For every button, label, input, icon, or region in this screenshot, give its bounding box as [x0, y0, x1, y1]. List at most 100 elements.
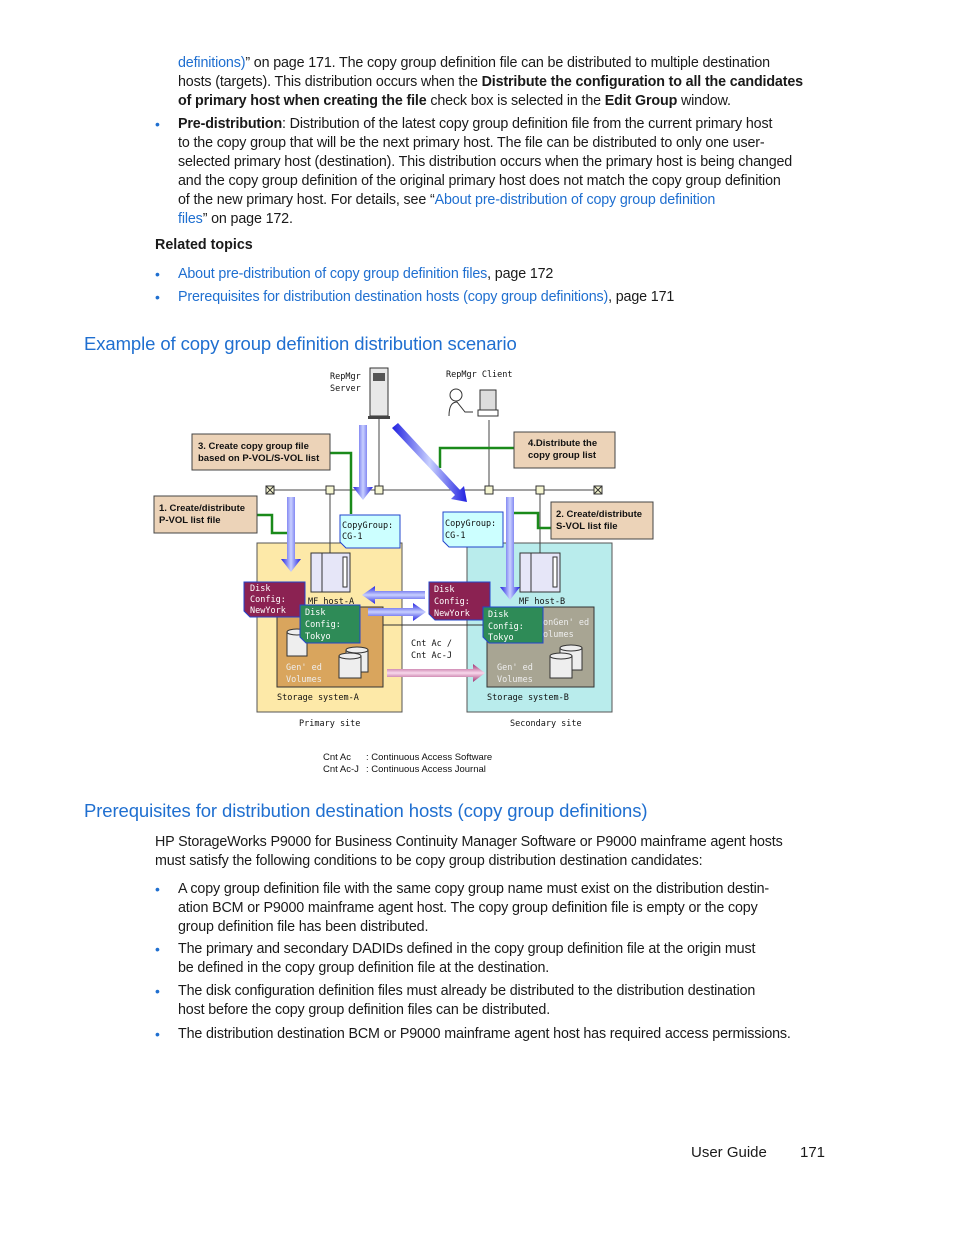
label: Secondary site: [510, 719, 582, 729]
text: hosts (targets). This distribution occur…: [178, 73, 482, 90]
svg-text:: Continuous Access Software: : Continuous Access Software: [366, 752, 492, 763]
label: Volumes: [497, 675, 533, 685]
page-number: 171: [800, 1144, 826, 1161]
text: : Distribution of the latest copy group …: [282, 116, 773, 132]
text: ” on page 172.: [202, 210, 293, 227]
svg-text:3. Create copy group file: 3. Create copy group file: [198, 441, 309, 452]
svg-text:based on P-VOL/S-VOL list: based on P-VOL/S-VOL list: [198, 453, 320, 464]
svg-text:P-VOL list file: P-VOL list file: [159, 515, 221, 526]
text: of the new primary host. For details, se…: [178, 191, 435, 208]
label: Volumes: [286, 675, 322, 685]
bullet: •: [155, 266, 160, 282]
diagram-legend: Cnt Ac : Continuous Access Software Cnt …: [323, 752, 492, 775]
copygroup-file-b: CopyGroup: CG-1: [442, 511, 504, 548]
text: , page 171: [608, 289, 675, 305]
disk-config-newyork-b: Disk Config: NewYork: [428, 581, 491, 621]
svg-text:Tokyo: Tokyo: [488, 633, 514, 643]
label: RepMgr: [330, 372, 361, 382]
server-icon: [368, 367, 390, 419]
svg-text:NewYork: NewYork: [250, 606, 286, 616]
section-heading-prerequisites: Prerequisites for distribution destinati…: [84, 800, 648, 821]
label: Gen' ed: [497, 663, 533, 673]
step-1-box: 1. Create/distributeP-VOL list file: [153, 495, 258, 534]
mf-host-a-icon: [310, 552, 351, 593]
step-3-box: 3. Create copy group filebased on P-VOL/…: [191, 433, 331, 471]
bullet: •: [155, 983, 160, 999]
bullet: •: [155, 1026, 160, 1042]
svg-text:Disk: Disk: [305, 608, 325, 618]
step-2-box: 2. Create/distributeS-VOL list file: [550, 501, 654, 540]
svg-text:Disk: Disk: [250, 584, 270, 594]
related-topics-heading: Related topics: [155, 237, 253, 253]
step-4-box: 4.Distribute thecopy group list: [513, 431, 616, 469]
copygroup-file-a: CopyGroup:CG-1: [339, 514, 401, 549]
prerequisite-item: The disk configuration definition files …: [178, 983, 756, 1018]
link-about-predistribution-cont[interactable]: files: [178, 211, 203, 227]
svg-text:NewYork: NewYork: [434, 609, 470, 619]
text: selected primary host (destination). Thi…: [178, 153, 793, 170]
related-link[interactable]: Prerequisites for distribution destinati…: [178, 289, 608, 305]
svg-text:Config:: Config:: [488, 622, 524, 632]
mf-host-b-icon: [519, 552, 561, 593]
disk-config-tokyo-b: Disk Config:Tokyo: [482, 606, 544, 644]
related-link[interactable]: About pre-distribution of copy group def…: [178, 266, 487, 282]
svg-text:Config:: Config:: [434, 597, 470, 607]
label: Storage system-A: [277, 693, 359, 703]
svg-text:Disk: Disk: [488, 610, 508, 620]
svg-text:1. Create/distribute: 1. Create/distribute: [159, 503, 245, 514]
disk-config-newyork-a: DiskConfig:NewYork: [243, 581, 306, 618]
related-item: Prerequisites for distribution destinati…: [178, 288, 674, 307]
disk-config-tokyo-a: Disk Config: Tokyo: [299, 604, 361, 644]
svg-text:CG-1: CG-1: [342, 532, 362, 542]
predistribution-paragraph: Pre-distribution: Distribution of the la…: [178, 115, 792, 228]
bullet: •: [155, 941, 160, 957]
svg-text:Tokyo: Tokyo: [305, 632, 331, 642]
link-definitions[interactable]: definitions): [178, 55, 245, 71]
text: , page 172: [487, 266, 554, 282]
label: olumes: [543, 630, 574, 640]
intro-paragraph: definitions)” on page 171. The copy grou…: [178, 54, 803, 111]
svg-text:CopyGroup:: CopyGroup:: [342, 521, 393, 531]
related-item: About pre-distribution of copy group def…: [178, 265, 553, 284]
bullet: •: [155, 881, 160, 897]
bold-text: Pre-distribution: [178, 116, 283, 132]
svg-text:4.Distribute the: 4.Distribute the: [528, 438, 597, 449]
footer-label: User Guide: [691, 1144, 767, 1161]
prerequisite-item: The distribution destination BCM or P900…: [178, 1026, 791, 1042]
prerequisites-intro: HP StorageWorks P9000 for Business Conti…: [155, 834, 783, 869]
svg-text:copy group list: copy group list: [528, 450, 597, 461]
section-heading-example: Example of copy group definition distrib…: [84, 333, 517, 354]
bold-text: of primary host when creating the file: [178, 92, 427, 109]
label: Cnt Ac-J: [411, 651, 452, 661]
text: to the copy group that will be the next …: [178, 134, 765, 151]
prerequisite-item: A copy group definition file with the sa…: [178, 881, 770, 935]
bold-text: Edit Group: [604, 92, 678, 109]
label: Server: [330, 384, 361, 394]
distribution-scenario-diagram: RepMgr Server RepMgr Client 3. Create co…: [153, 367, 654, 775]
label: Primary site: [299, 719, 360, 729]
bold-text: Distribute the configuration to all the …: [481, 73, 804, 90]
text: window.: [677, 92, 731, 109]
label: RepMgr Client: [446, 370, 513, 380]
link-about-predistribution[interactable]: About pre-distribution of copy group def…: [435, 192, 716, 208]
label: Gen' ed: [286, 663, 322, 673]
svg-text:CopyGroup:: CopyGroup:: [445, 519, 496, 529]
label: Storage system-B: [487, 693, 569, 703]
svg-text:2. Create/distribute: 2. Create/distribute: [556, 509, 642, 520]
svg-text:Cnt Ac: Cnt Ac: [323, 752, 351, 763]
svg-text:S-VOL list file: S-VOL list file: [556, 521, 618, 532]
label: MF host-B: [519, 597, 565, 607]
svg-text:Config:: Config:: [305, 620, 341, 630]
svg-text:: Continuous Access Journal: : Continuous Access Journal: [366, 764, 486, 775]
svg-text:Cnt Ac-J: Cnt Ac-J: [323, 764, 359, 775]
bullet: •: [155, 116, 160, 132]
svg-text:CG-1: CG-1: [445, 531, 465, 541]
client-user-icon: [448, 388, 499, 417]
text: and the copy group definition of the ori…: [178, 172, 781, 189]
prerequisite-item: The primary and secondary DADIDs defined…: [178, 941, 756, 976]
bullet: •: [155, 289, 160, 305]
text: check box is selected in the: [426, 92, 605, 109]
label: Cnt Ac /: [411, 639, 452, 649]
text: ” on page 171. The copy group definition…: [245, 55, 770, 71]
svg-text:Config:: Config:: [250, 595, 286, 605]
